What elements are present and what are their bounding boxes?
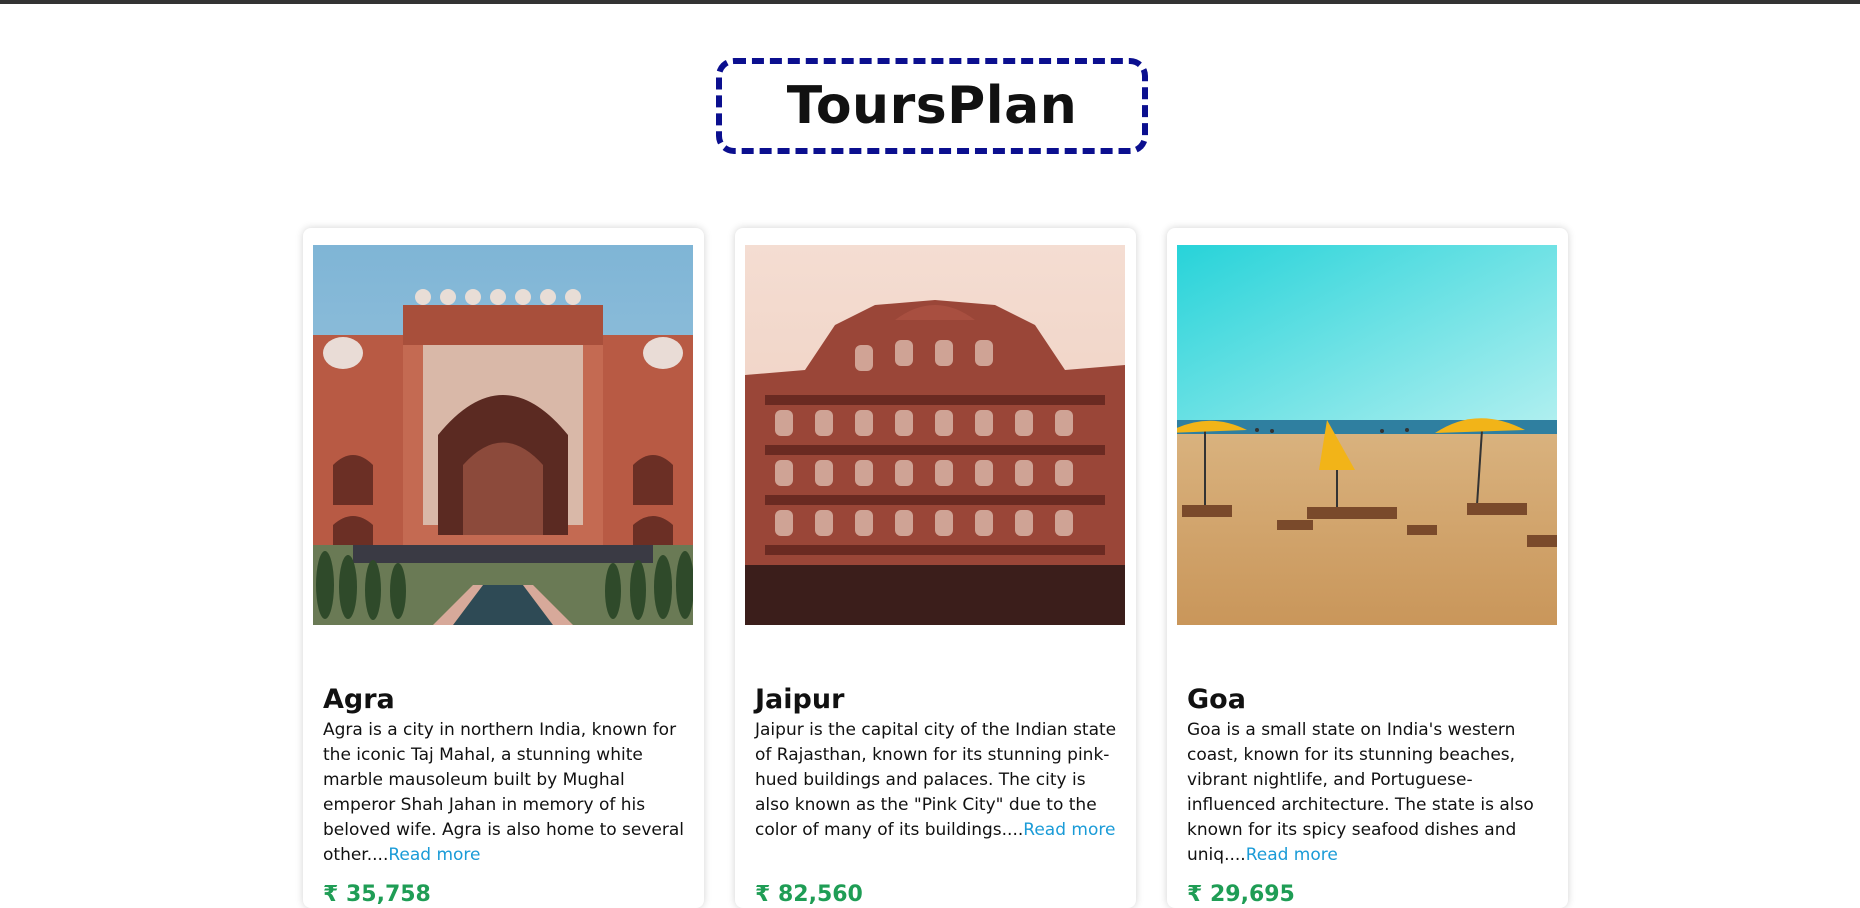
tour-card-goa[interactable]: ₹ 29,695 Goa Goa is a small state on Ind… <box>1167 228 1568 908</box>
site-title-box: ToursPlan <box>716 58 1148 154</box>
tour-price: ₹ 29,695 <box>1187 882 1295 907</box>
read-more-link[interactable]: Read more <box>1023 820 1115 840</box>
site-title: ToursPlan <box>786 76 1078 136</box>
tour-card-jaipur[interactable]: ₹ 82,560 Jaipur Jaipur is the capital ci… <box>735 228 1136 908</box>
read-more-link[interactable]: Read more <box>388 845 480 865</box>
top-border-bar <box>0 0 1860 4</box>
jaipur-photo[interactable] <box>745 245 1125 625</box>
tour-description: Goa is a small state on India's western … <box>1187 718 1553 868</box>
tour-description-text: Goa is a small state on India's western … <box>1187 720 1534 865</box>
tour-description: Jaipur is the capital city of the Indian… <box>755 718 1121 843</box>
tour-city-name: Jaipur <box>755 684 845 715</box>
tour-description-text: Agra is a city in northern India, known … <box>323 720 685 865</box>
tour-price: ₹ 35,758 <box>323 882 431 907</box>
goa-photo[interactable] <box>1177 245 1557 625</box>
agra-photo[interactable] <box>313 245 693 625</box>
read-more-link[interactable]: Read more <box>1246 845 1338 865</box>
tour-city-name: Goa <box>1187 684 1246 715</box>
tour-price: ₹ 82,560 <box>755 882 863 907</box>
tour-description: Agra is a city in northern India, known … <box>323 718 689 868</box>
tour-card-agra[interactable]: ₹ 35,758 Agra Agra is a city in northern… <box>303 228 704 908</box>
tour-city-name: Agra <box>323 684 395 715</box>
